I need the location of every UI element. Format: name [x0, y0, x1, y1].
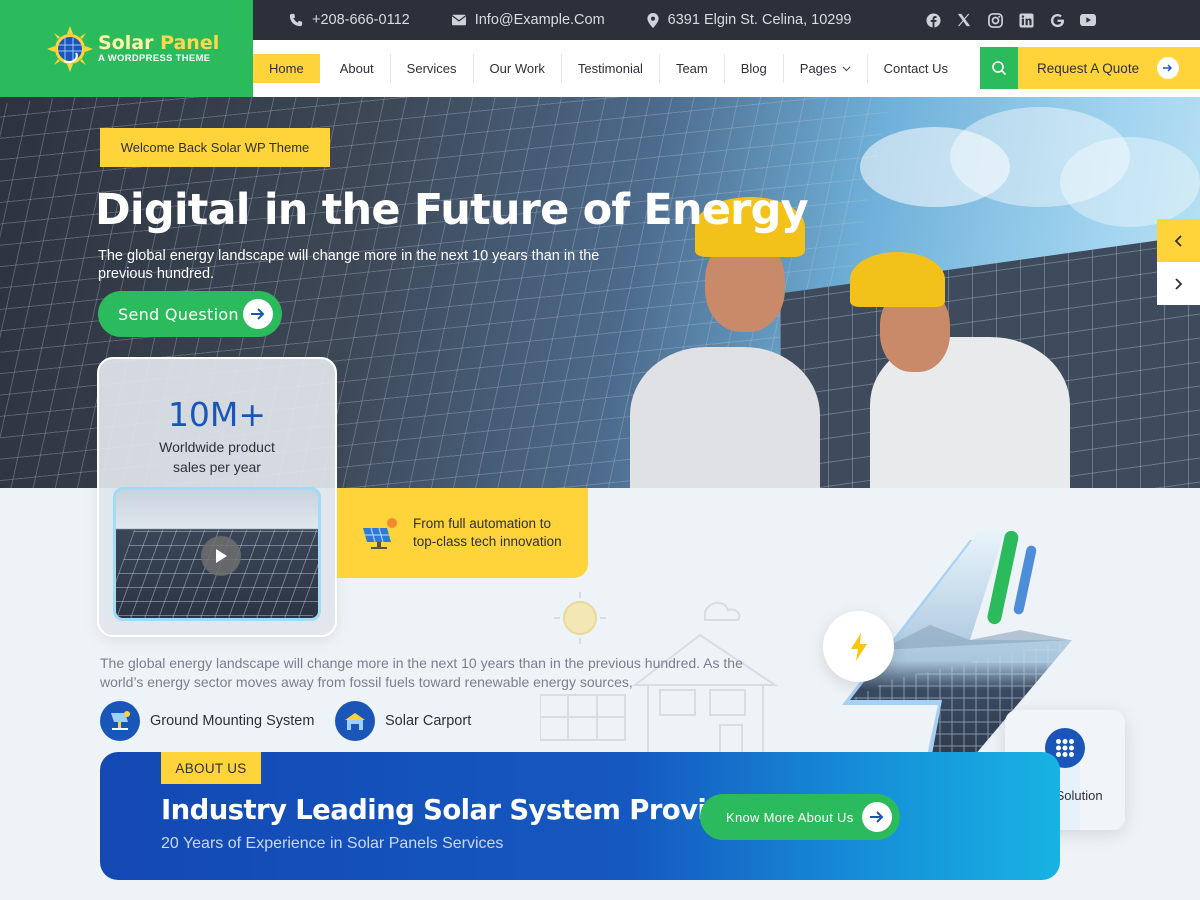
solar-panel-icon	[363, 518, 397, 549]
send-question-label: Send Question	[118, 304, 239, 324]
nav-item-pages[interactable]: Pages	[784, 54, 868, 83]
cloud-shape	[1060, 137, 1200, 227]
top-info-bar: +208-666-0112 Info@Example.Com 6391 Elgi…	[253, 0, 1200, 40]
arrow-right-icon	[1157, 57, 1180, 79]
ground-mounting-link[interactable]: Ground Mounting System	[100, 701, 314, 741]
site-logo[interactable]: Solar Panel A WORDPRESS THEME	[0, 0, 253, 97]
send-question-button[interactable]: Send Question	[98, 291, 282, 337]
stats-desc-line1: Worldwide product	[159, 439, 275, 455]
address-info[interactable]: 6391 Elgin St. Celina, 10299	[647, 12, 852, 28]
x-icon[interactable]	[956, 12, 972, 28]
know-more-label: Know More About Us	[726, 809, 854, 825]
social-links	[925, 12, 1097, 28]
chevron-down-icon	[842, 66, 851, 71]
address-text: 6391 Elgin St. Celina, 10299	[667, 12, 852, 28]
linkedin-icon[interactable]	[1018, 12, 1034, 28]
play-button[interactable]	[201, 536, 241, 576]
section-description: The global energy landscape will change …	[100, 655, 743, 690]
slider-prev-button[interactable]	[1157, 219, 1200, 262]
stats-number: 10M+	[167, 395, 267, 434]
request-quote-label: Request A Quote	[1037, 60, 1140, 76]
about-tag: ABOUT US	[161, 752, 261, 784]
stats-description: Worldwide product sales per year	[99, 437, 335, 477]
instagram-icon[interactable]	[987, 12, 1003, 28]
chevron-left-icon	[1174, 234, 1182, 247]
play-icon	[216, 549, 227, 563]
email-info[interactable]: Info@Example.Com	[451, 12, 605, 28]
brand-name: Solar Panel	[98, 32, 220, 54]
nav-item-our-work[interactable]: Our Work	[474, 54, 562, 83]
ground-mounting-label: Ground Mounting System	[150, 713, 315, 729]
brand-tagline: A WORDPRESS THEME	[98, 53, 211, 64]
hero-lead: The global energy landscape will change …	[98, 248, 600, 282]
sun-panel-logo-icon	[47, 25, 93, 72]
slider-next-button[interactable]	[1157, 262, 1200, 305]
google-icon[interactable]	[1049, 12, 1065, 28]
nav-item-testimonial[interactable]: Testimonial	[562, 54, 660, 83]
nav-item-about[interactable]: About	[324, 54, 391, 83]
know-more-button[interactable]: Know More About Us	[700, 794, 900, 840]
main-navigation: Home About Services Our Work Testimonial…	[253, 40, 1200, 97]
nav-item-contact[interactable]: Contact Us	[868, 54, 964, 83]
search-button[interactable]	[980, 47, 1018, 89]
stats-card: 10M+ Worldwide product sales per year	[97, 357, 337, 637]
nav-item-blog[interactable]: Blog	[725, 54, 784, 83]
request-quote-button[interactable]: Request A Quote	[1018, 47, 1200, 89]
feature-line1: From full automation to	[413, 516, 552, 531]
envelope-icon	[451, 14, 466, 26]
email-address: Info@Example.Com	[474, 12, 605, 28]
phone-icon	[289, 13, 303, 27]
about-subtitle: 20 Years of Experience in Solar Panels S…	[161, 835, 504, 852]
hero-title: Digital in the Future of Energy	[95, 185, 809, 235]
carport-icon	[335, 701, 375, 741]
phone-number: +208-666-0112	[312, 12, 410, 28]
facebook-icon[interactable]	[925, 12, 941, 28]
ground-mount-icon	[100, 701, 140, 741]
feature-text: From full automation to top-class tech i…	[413, 515, 562, 551]
solar-carport-link[interactable]: Solar Carport	[335, 701, 471, 741]
search-icon	[992, 61, 1007, 76]
youtube-icon[interactable]	[1080, 12, 1097, 28]
nav-item-team[interactable]: Team	[660, 54, 725, 83]
hero-badge: Welcome Back Solar WP Theme	[100, 128, 330, 167]
arrow-right-icon	[243, 299, 273, 329]
nav-item-home[interactable]: Home	[253, 54, 320, 83]
energy-badge	[823, 611, 894, 682]
about-banner: ABOUT US Industry Leading Solar System P…	[100, 752, 1060, 880]
feature-line2: top-class tech innovation	[413, 534, 562, 549]
solar-carport-label: Solar Carport	[385, 713, 472, 729]
nav-menu: Home About Services Our Work Testimonial…	[253, 54, 964, 83]
location-pin-icon	[647, 12, 659, 28]
phone-info[interactable]: +208-666-0112	[289, 12, 410, 28]
stats-desc-line2: sales per year	[173, 459, 261, 475]
lightning-icon	[850, 632, 867, 661]
video-thumbnail[interactable]	[113, 487, 321, 621]
nav-item-services[interactable]: Services	[391, 54, 474, 83]
about-title: Industry Leading Solar System Provider	[161, 794, 757, 826]
arrow-right-icon	[862, 802, 892, 832]
chevron-right-icon	[1175, 277, 1183, 290]
feature-box: From full automation to top-class tech i…	[337, 488, 588, 578]
